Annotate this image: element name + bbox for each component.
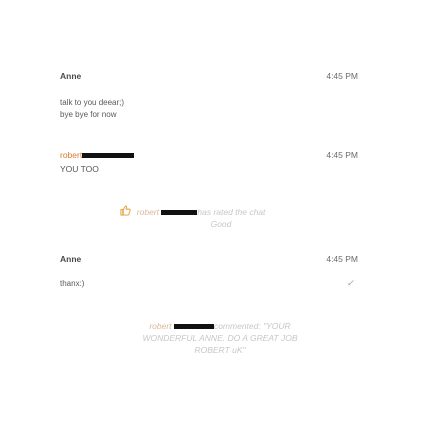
rating-event: robert has rated the chat — [120, 205, 320, 218]
message-timestamp: 4:45 PM — [326, 150, 358, 160]
redacted-surname — [173, 324, 214, 330]
message-text-line: talk to you deear;) — [60, 98, 125, 107]
read-check-icon: ✓ — [346, 278, 354, 288]
message-sender: Anne — [60, 71, 82, 81]
comment-event-line1: robert commented: "YOUR — [120, 321, 320, 332]
comment-text: commented: "YOUR — [213, 321, 291, 331]
comment-text: ROBERT uK" — [194, 345, 246, 355]
message-sender: robert — [60, 150, 83, 160]
message-text-line: bye bye for now — [60, 110, 117, 119]
rating-action: has rated the chat — [197, 207, 266, 217]
rating-value: Good — [210, 219, 232, 229]
comment-visitor-name: robert — [149, 321, 172, 331]
thumbs-up-icon — [120, 205, 134, 218]
message-text-line: thanx:) — [60, 279, 85, 288]
rating-visitor-name: robert — [136, 207, 159, 217]
rating-event-text: robert has rated the chat — [137, 207, 266, 217]
message-timestamp: 4:45 PM — [326, 71, 358, 81]
message-timestamp: 4:45 PM — [326, 254, 358, 264]
comment-text: WONDERFUL ANNE. DO A GREAT JOB — [142, 333, 298, 343]
message-sender-row: robert — [60, 150, 135, 160]
redacted-surname — [82, 153, 135, 159]
message-text-line: YOU TOO — [60, 164, 99, 174]
message-sender: Anne — [60, 254, 82, 264]
redacted-surname — [161, 210, 198, 216]
